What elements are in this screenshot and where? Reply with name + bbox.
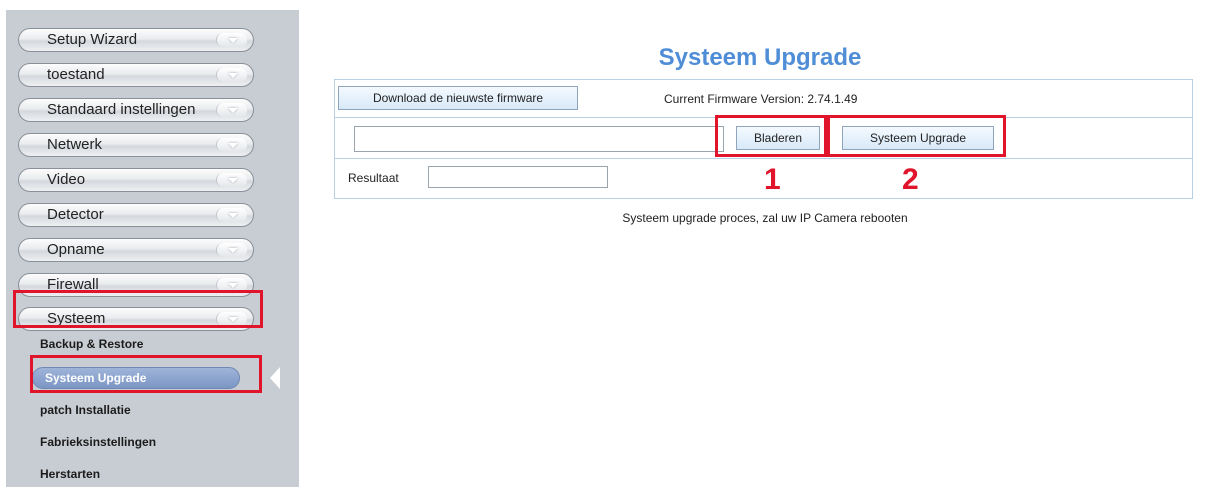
chevron-down-icon <box>216 243 247 257</box>
browse-button[interactable]: Bladeren <box>736 126 820 150</box>
page-title: Systeem Upgrade <box>658 44 862 71</box>
active-pointer-icon <box>270 367 280 389</box>
nav-video[interactable]: Video <box>18 168 254 192</box>
nav-standaard-instellingen[interactable]: Standaard instellingen <box>18 98 254 122</box>
divider <box>334 117 1193 118</box>
nav-opname[interactable]: Opname <box>18 238 254 262</box>
upgrade-note: Systeem upgrade proces, zal uw IP Camera… <box>622 211 908 225</box>
chevron-down-icon <box>216 103 247 117</box>
nav-label: Opname <box>47 241 105 258</box>
chevron-down-icon <box>216 173 247 187</box>
sub-item-backup-restore[interactable]: Backup & Restore <box>40 337 143 351</box>
sub-item-systeem-upgrade[interactable]: Systeem Upgrade <box>32 367 240 389</box>
chevron-down-icon <box>216 312 247 326</box>
nav-label: Firewall <box>47 276 99 293</box>
sidebar: Setup Wizard toestand Standaard instelli… <box>6 10 299 487</box>
nav-systeem[interactable]: Systeem <box>18 307 254 331</box>
system-upgrade-button[interactable]: Systeem Upgrade <box>842 126 994 150</box>
divider <box>334 158 1193 159</box>
result-field <box>428 166 608 188</box>
nav-label: Video <box>47 171 86 188</box>
step-number-2: 2 <box>902 163 919 196</box>
step-number-1: 1 <box>764 163 781 196</box>
nav-firewall[interactable]: Firewall <box>18 273 254 297</box>
nav-toestand[interactable]: toestand <box>18 63 254 87</box>
chevron-down-icon <box>216 33 247 47</box>
nav-label: toestand <box>47 66 105 83</box>
chevron-down-icon <box>216 68 247 82</box>
nav-label: Setup Wizard <box>47 31 138 48</box>
chevron-down-icon <box>216 138 247 152</box>
nav-label: Systeem <box>47 310 106 327</box>
nav-netwerk[interactable]: Netwerk <box>18 133 254 157</box>
chevron-down-icon <box>216 278 247 292</box>
firmware-file-input[interactable] <box>354 126 724 152</box>
firmware-version-text: Current Firmware Version: 2.74.1.49 <box>664 92 858 106</box>
nav-label: Standaard instellingen <box>47 101 196 118</box>
result-label: Resultaat <box>348 171 399 185</box>
sub-item-herstarten[interactable]: Herstarten <box>40 467 100 481</box>
download-firmware-button[interactable]: Download de nieuwste firmware <box>338 86 578 110</box>
sub-item-patch-installatie[interactable]: patch Installatie <box>40 403 131 417</box>
sub-item-fabrieksinstellingen[interactable]: Fabrieksinstellingen <box>40 435 156 449</box>
nav-setup-wizard[interactable]: Setup Wizard <box>18 28 254 52</box>
nav-label: Netwerk <box>47 136 103 153</box>
